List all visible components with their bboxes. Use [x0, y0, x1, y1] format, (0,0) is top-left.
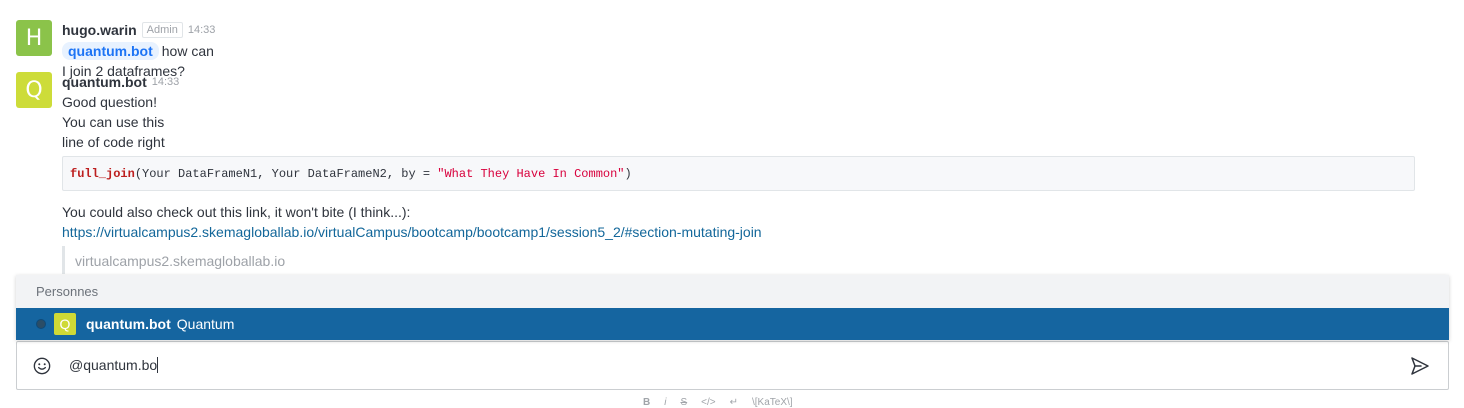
avatar[interactable]: Q [16, 72, 52, 108]
username[interactable]: quantum.bot [62, 74, 147, 90]
code-button[interactable]: </> [701, 397, 715, 408]
message-header: hugo.warin Admin 14:33 [62, 21, 215, 39]
mention-autocomplete: Personnes Q quantum.bot Quantum [16, 275, 1449, 340]
code-function: full_join [70, 167, 135, 181]
autocomplete-section-title: Personnes [16, 275, 1449, 308]
katex-button[interactable]: \[KaTeX\] [752, 397, 793, 408]
format-toolbar: B i S </> ↵ \[KaTeX\] [643, 397, 793, 408]
send-icon[interactable] [1410, 356, 1430, 376]
avatar[interactable]: H [16, 20, 52, 56]
role-badge: Admin [141, 22, 183, 38]
mention-chip[interactable]: quantum.bot [62, 42, 159, 60]
text-caret [157, 357, 159, 373]
message-input[interactable]: @quantum.bo [69, 357, 159, 373]
timestamp: 14:33 [187, 24, 216, 36]
multiline-button[interactable]: ↵ [730, 397, 738, 408]
username[interactable]: hugo.warin [62, 22, 137, 38]
status-dot-icon [36, 319, 46, 329]
preview-host: virtualcampus2.skemagloballab.io [75, 253, 286, 269]
strike-button[interactable]: S [680, 397, 687, 408]
avatar: Q [54, 313, 76, 335]
code-block[interactable]: full_join(Your DataFrameN1, Your DataFra… [62, 156, 1415, 191]
code-args: (Your DataFrameN1, Your DataFrameN2, by … [134, 167, 438, 181]
bold-button[interactable]: B [643, 397, 650, 408]
smiley-icon[interactable] [33, 357, 51, 375]
autocomplete-item[interactable]: Q quantum.bot Quantum [16, 308, 1449, 340]
code-string: "What They Have In Common" [437, 167, 625, 181]
message-composer[interactable]: @quantum.bo [16, 341, 1449, 390]
link-preview[interactable]: virtualcampus2.skemagloballab.io [62, 246, 285, 274]
italic-button[interactable]: i [664, 397, 666, 408]
message-link[interactable]: https://virtualcampus2.skemagloballab.io… [62, 222, 762, 242]
message-line: Good question! [62, 94, 157, 110]
message-header: quantum.bot 14:33 [62, 73, 179, 91]
autocomplete-name: Quantum [176, 316, 235, 332]
autocomplete-username: quantum.bot [86, 316, 171, 332]
timestamp: 14:33 [151, 76, 180, 88]
message-line: You could also check out this link, it w… [62, 204, 411, 220]
message-body: hugo.warin Admin 14:33 quantum.bot how ca… [62, 21, 215, 81]
code-close: ) [624, 167, 632, 181]
